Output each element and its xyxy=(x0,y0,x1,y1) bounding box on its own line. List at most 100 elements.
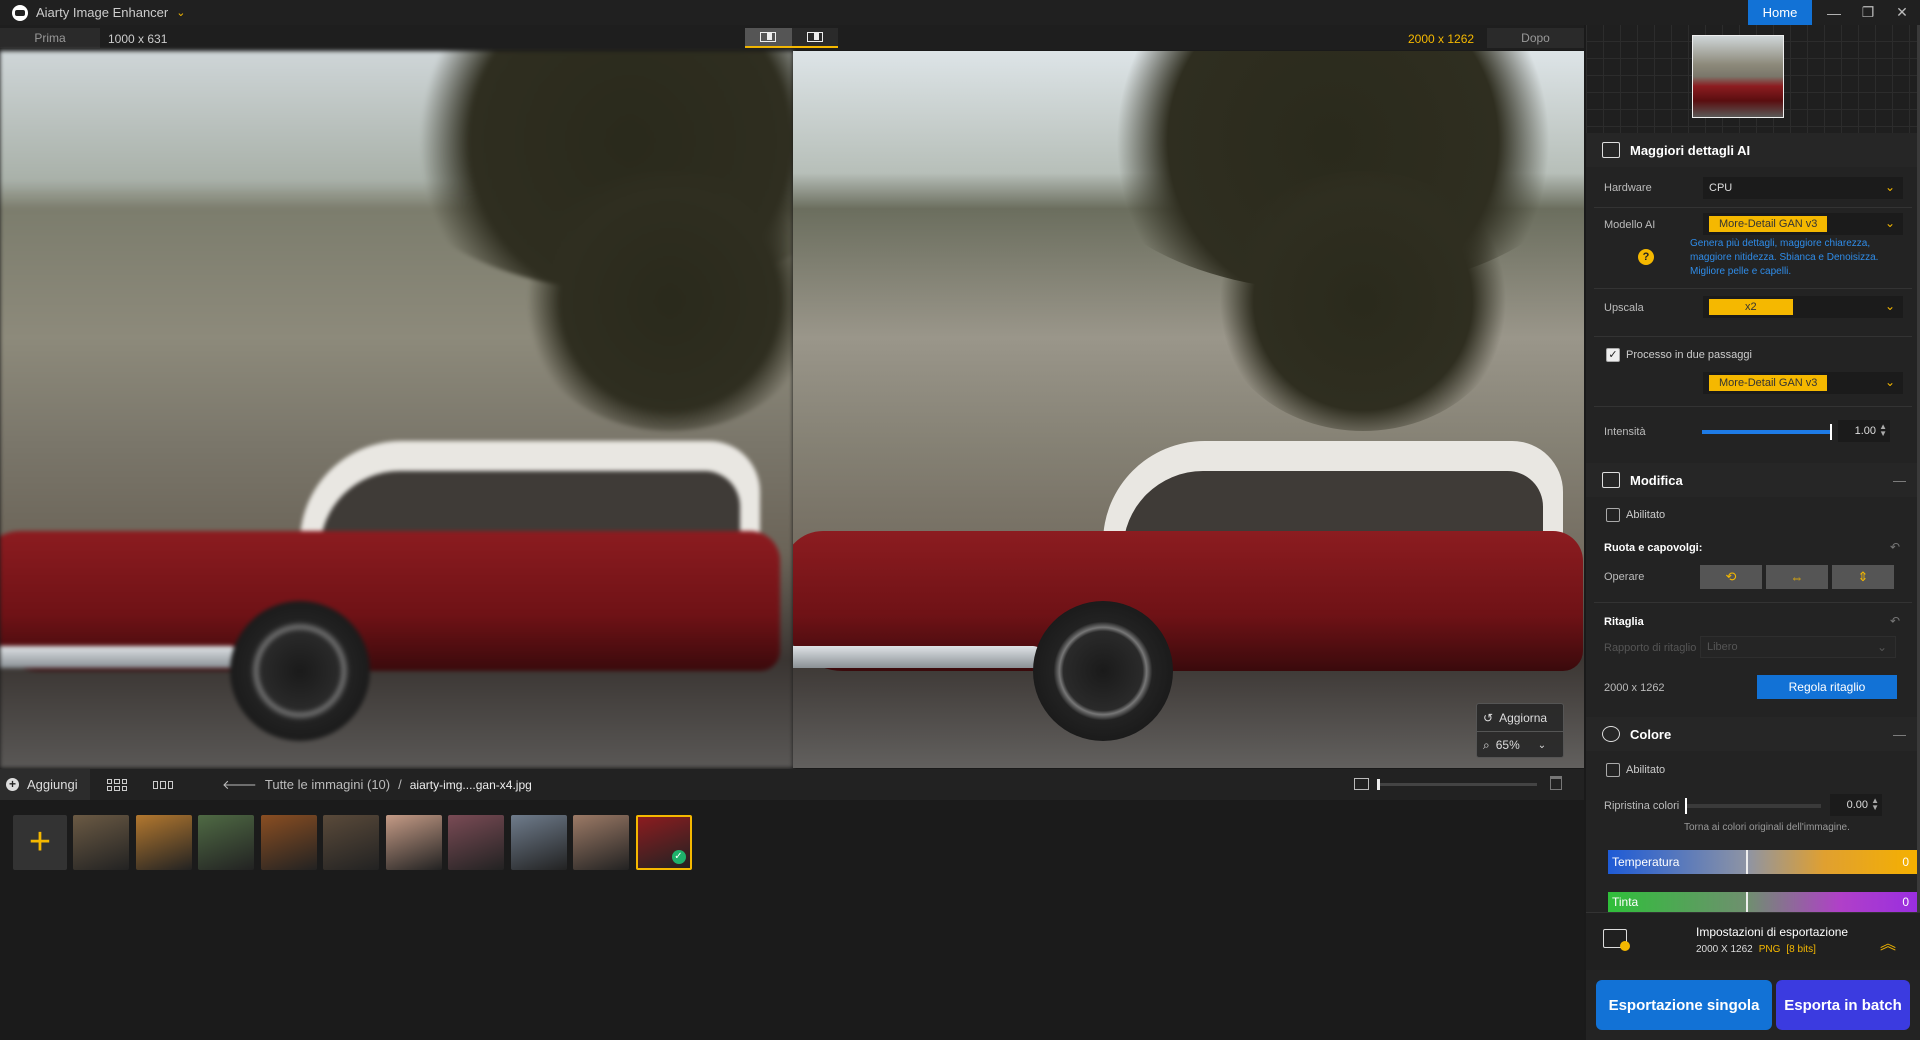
chevron-up-icon[interactable]: ︽ xyxy=(1880,930,1896,954)
temperature-label: Temperatura xyxy=(1612,855,1680,869)
color-enabled-label: Abilitato xyxy=(1626,764,1666,776)
operate-label: Operare xyxy=(1604,571,1645,583)
breadcrumb: 🡐 Tutte le immagini (10) / aiarty-img...… xyxy=(222,769,532,800)
tint-slider[interactable]: Tinta 0 xyxy=(1608,892,1917,912)
app-logo-icon xyxy=(12,4,28,21)
flip-vertical-icon: ⇕ xyxy=(1857,569,1869,584)
thumbnail-teddy[interactable] xyxy=(448,815,504,870)
section-ai-details[interactable]: Maggiori dettagli AI xyxy=(1586,133,1920,167)
before-size: 1000 x 631 xyxy=(108,32,168,46)
rotate-button[interactable]: ⟲ xyxy=(1700,565,1762,589)
hardware-value: CPU xyxy=(1709,182,1733,194)
hardware-select[interactable]: CPU ⌄ xyxy=(1703,177,1903,199)
zoom-value: 65% xyxy=(1495,738,1520,752)
add-label: Aggiungi xyxy=(27,777,78,792)
export-single-button[interactable]: Esportazione singola xyxy=(1596,980,1772,1030)
thumbnail-owl[interactable] xyxy=(73,815,129,870)
two-pass-checkbox[interactable]: ✓ xyxy=(1606,348,1620,362)
flip-horizontal-button[interactable]: ⇔ xyxy=(1766,565,1828,589)
collapse-icon[interactable]: — xyxy=(1893,473,1906,488)
section-color[interactable]: Colore — xyxy=(1586,717,1920,751)
flip-vertical-button[interactable]: ⇕ xyxy=(1832,565,1894,589)
preview-thumbnail[interactable] xyxy=(1692,35,1784,118)
adjust-crop-button[interactable]: Regola ritaglio xyxy=(1757,675,1897,699)
two-pass-label: Processo in due passaggi xyxy=(1626,349,1752,361)
palette-icon xyxy=(1602,726,1620,742)
edit-enabled-checkbox[interactable] xyxy=(1606,508,1620,522)
thumbnail-portrait[interactable] xyxy=(385,815,442,870)
strip-view-icon[interactable] xyxy=(153,781,173,789)
restore-icon[interactable]: ❐ xyxy=(1850,0,1886,25)
refresh-icon: ↺ xyxy=(1483,710,1494,725)
crop-ratio-label: Rapporto di ritaglio xyxy=(1604,642,1697,654)
help-icon[interactable]: ? xyxy=(1638,249,1654,265)
before-label: Prima xyxy=(0,28,100,48)
home-button[interactable]: Home xyxy=(1748,0,1812,25)
reset-icon[interactable]: ↶ xyxy=(1890,614,1900,628)
color-enabled-checkbox[interactable] xyxy=(1606,763,1620,777)
add-image-button[interactable]: + xyxy=(13,815,67,870)
refresh-label: Aggiorna xyxy=(1499,710,1548,725)
reset-colors-slider[interactable] xyxy=(1685,798,1821,814)
thumbnail-size-slider[interactable] xyxy=(1377,779,1537,790)
collapse-icon[interactable]: — xyxy=(1893,727,1906,742)
back-arrow-icon[interactable]: 🡐 xyxy=(222,777,257,793)
model-select[interactable]: More-Detail GAN v3 ⌄ xyxy=(1703,213,1903,235)
reset-colors-label: Ripristina colori xyxy=(1604,800,1680,812)
upscale-select[interactable]: x2 ⌄ xyxy=(1703,296,1903,318)
stepper-icon[interactable]: ▲ ▼ xyxy=(1879,423,1887,438)
intensity-input[interactable]: 1.00 ▲ ▼ xyxy=(1838,420,1890,442)
thumbnail-red-car[interactable]: ✓ xyxy=(635,815,692,870)
before-image[interactable] xyxy=(0,51,793,768)
upscale-value: x2 xyxy=(1709,299,1793,315)
refresh-button[interactable]: ↺ Aggiorna xyxy=(1477,704,1563,731)
thumbnail-street[interactable] xyxy=(510,815,567,870)
temperature-slider[interactable]: Temperatura 0 xyxy=(1608,850,1917,874)
rotate-icon: ⟲ xyxy=(1725,569,1737,584)
section-title: Maggiori dettagli AI xyxy=(1630,142,1751,158)
split-view-icon xyxy=(760,32,777,42)
chevron-down-icon[interactable]: ⌄ xyxy=(176,6,185,19)
trash-icon[interactable] xyxy=(1550,776,1562,790)
export-summary: 2000 X 1262 PNG [8 bits] xyxy=(1696,944,1816,955)
chevron-down-icon: ⌄ xyxy=(1884,180,1895,194)
section-title: Colore xyxy=(1630,726,1672,742)
add-button[interactable]: + Aggiungi xyxy=(0,769,90,800)
reset-colors-input[interactable]: 0.00 ▲ ▼ xyxy=(1830,794,1882,816)
two-pass-model-select[interactable]: More-Detail GAN v3 ⌄ xyxy=(1703,372,1903,394)
thumbnail-kids[interactable] xyxy=(573,815,629,870)
section-edit[interactable]: Modifica — xyxy=(1586,463,1920,497)
reset-icon[interactable]: ↶ xyxy=(1890,540,1900,554)
breadcrumb-separator: / xyxy=(398,777,402,792)
crop-ratio-value: Libero xyxy=(1707,641,1738,653)
side-by-side-button[interactable] xyxy=(792,28,839,46)
breadcrumb-all[interactable]: Tutte le immagini (10) xyxy=(265,777,390,792)
section-title: Modifica xyxy=(1630,472,1683,488)
edit-icon xyxy=(1602,472,1620,488)
edit-enabled-label: Abilitato xyxy=(1626,509,1666,521)
export-settings[interactable] xyxy=(1586,912,1920,970)
after-image[interactable] xyxy=(793,51,1584,768)
breadcrumb-file: aiarty-img....gan-x4.jpg xyxy=(409,777,532,792)
thumbnail-tiger[interactable] xyxy=(135,815,192,870)
minimize-icon[interactable]: — xyxy=(1816,0,1852,25)
side-by-side-icon xyxy=(806,32,823,42)
thumbnail-burger[interactable] xyxy=(260,815,317,870)
rotate-label: Ruota e capovolgi: xyxy=(1604,542,1703,554)
stepper-icon[interactable]: ▲ ▼ xyxy=(1871,797,1879,812)
zoom-controls: ↺ Aggiorna ⌕ 65% ⌄ xyxy=(1476,703,1564,758)
export-batch-button[interactable]: Esporta in batch xyxy=(1776,980,1910,1030)
thumbnail-alien[interactable] xyxy=(198,815,254,870)
two-pass-model-value: More-Detail GAN v3 xyxy=(1709,375,1828,391)
model-description: Genera più dettagli, maggiore chiarezza,… xyxy=(1690,238,1879,277)
thumbnail-dog-warrior[interactable] xyxy=(323,815,379,870)
grid-view-icon[interactable] xyxy=(107,779,127,791)
intensity-slider[interactable] xyxy=(1702,424,1832,440)
zoom-select[interactable]: ⌕ 65% ⌄ xyxy=(1477,731,1563,758)
close-icon[interactable]: ✕ xyxy=(1884,0,1920,25)
view-mode-toggle[interactable] xyxy=(745,28,838,48)
after-size: 2000 x 1262 xyxy=(1408,32,1475,46)
split-view-button[interactable] xyxy=(745,28,792,46)
chevron-down-icon: ⌄ xyxy=(1884,299,1895,313)
chevron-down-icon: ⌄ xyxy=(1876,640,1887,654)
